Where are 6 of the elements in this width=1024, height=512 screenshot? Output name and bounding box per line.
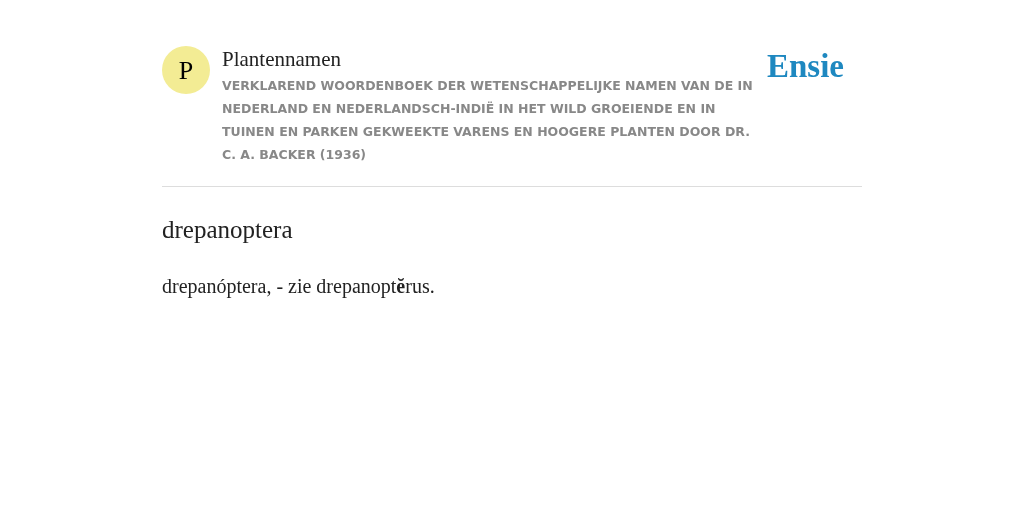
entry-term: drepanoptera — [162, 215, 294, 245]
brand-logo[interactable]: Ensie — [766, 50, 844, 83]
logo-badge: P — [162, 46, 210, 94]
dictionary-title[interactable]: Plantennamen — [222, 46, 767, 72]
dictionary-subtitle: VERKLAREND WOORDENBOEK DER WETENSCHAPPELIJKE NAMEN VAN DE IN NEDERLAND EN NEDERLANDSCH-INDIË IN HET WILD GROEIENDE EN IN TUINEN EN PARKEN GEKWEEKTE VARENS EN HOOGERE PLANTEN DOOR DR. C. A. BACKER (1936) — [222, 77, 754, 164]
entry-definition: drepanóptera, - zie drepanoptĕrus. — [162, 273, 436, 300]
